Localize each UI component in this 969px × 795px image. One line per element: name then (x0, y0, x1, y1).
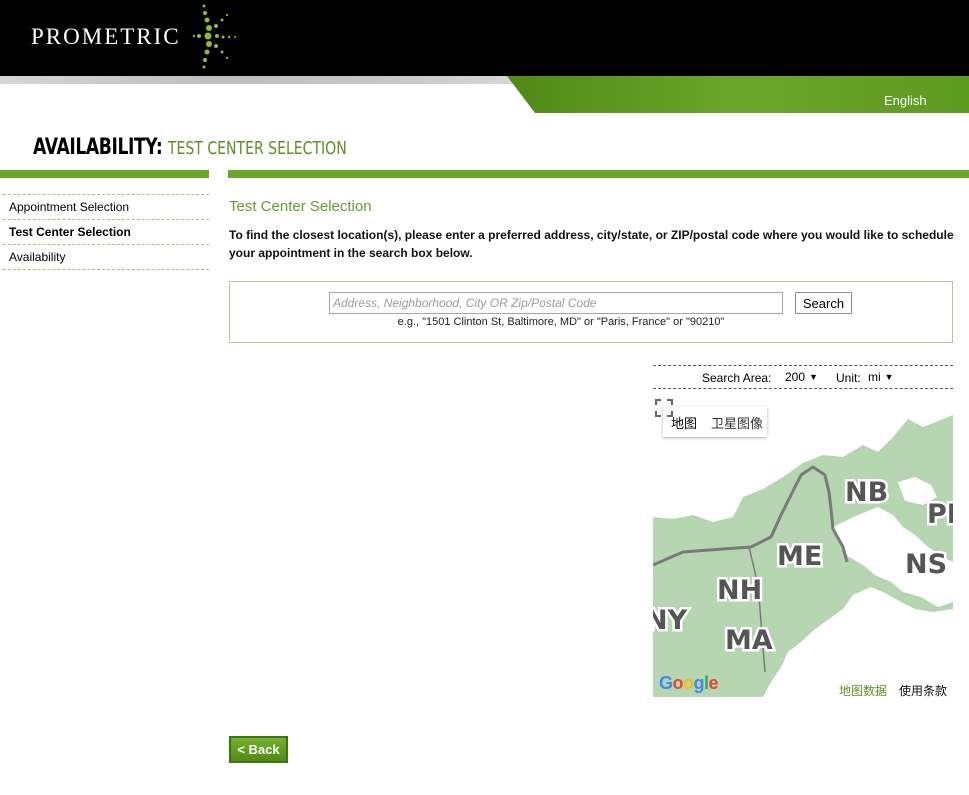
unit-value: mi (868, 370, 881, 384)
search-button[interactable]: Search (795, 292, 852, 314)
map-data-link[interactable]: 地图数据 (839, 682, 887, 697)
unit-select[interactable]: mi ▼ (868, 370, 894, 384)
map-label-me: ME (777, 541, 822, 572)
map-terms-link[interactable]: 使用条款 (899, 682, 947, 697)
page-title-main: AVAILABILITY: (33, 135, 163, 160)
map-view[interactable]: 地图 卫星图像 NB PE ME NS NH NY MA Google 地图数据… (653, 397, 953, 697)
search-area-row: Search Area: 200 ▼ Unit: mi ▼ (653, 365, 953, 389)
instructions-text: To find the closest location(s), please … (229, 228, 954, 260)
page-title: AVAILABILITY: TEST CENTER SELECTION (33, 135, 347, 160)
search-area-value: 200 (785, 370, 806, 384)
chevron-down-icon: ▼ (809, 372, 818, 382)
search-area-label: Search Area: (702, 371, 772, 385)
header-decor-band (0, 76, 560, 84)
map-region-labels: NB PE ME NS NH NY MA (653, 475, 953, 659)
sidebar-item-appointment-selection[interactable]: Appointment Selection (3, 194, 209, 218)
sidebar-item-test-center-selection[interactable]: Test Center Selection (3, 219, 209, 243)
search-area-select[interactable]: 200 ▼ (785, 370, 818, 384)
section-title: Test Center Selection (229, 198, 372, 215)
unit-label: Unit: (836, 371, 861, 385)
map-label-pe: PE (927, 499, 953, 530)
search-example-text: e.g., "1501 Clinton St, Baltimore, MD" o… (397, 316, 725, 328)
sidebar-item-availability[interactable]: Availability (3, 244, 209, 270)
content-rule (228, 170, 969, 178)
map-label-ny: NY (653, 605, 688, 636)
map-label-ma: MA (725, 625, 773, 656)
back-button[interactable]: < Back (229, 736, 288, 763)
chevron-down-icon: ▼ (884, 372, 894, 382)
logo-starburst-icon (192, 4, 236, 69)
sidebar-rule (0, 170, 209, 178)
page-title-sub: TEST CENTER SELECTION (167, 138, 347, 159)
map-label-nh: NH (717, 575, 762, 606)
language-link[interactable]: English (884, 93, 927, 108)
map-label-ns: NS (905, 549, 947, 580)
prometric-logo: PROMETRIC (31, 24, 181, 49)
map-label-nb: NB (845, 477, 888, 508)
address-search-input[interactable] (329, 292, 783, 314)
google-logo: Google (659, 673, 719, 693)
